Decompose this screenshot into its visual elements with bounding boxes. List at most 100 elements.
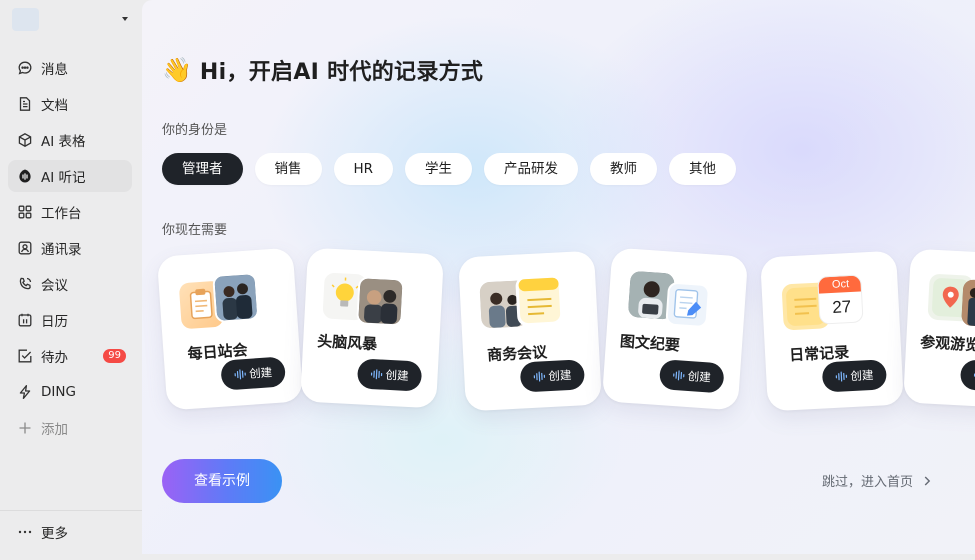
create-label: 创建 [850,367,874,384]
card-illustration [479,274,564,334]
chevron-right-icon [924,476,931,485]
sidebar-item-messages[interactable]: 消息 [8,52,132,84]
role-selector: 管理者 销售 HR 学生 产品研发 教师 其他 [162,153,748,185]
create-button[interactable]: 创建 [658,359,725,394]
calendar-icon [18,313,32,327]
more-label: 更多 [41,526,68,542]
onboarding-panel: 👋 Hi，开启AI 时代的记录方式 你的身份是 管理者 销售 HR 学生 产品研… [142,0,975,554]
template-card-business-meeting[interactable]: 商务会议 创建 [458,250,602,412]
role-pill-sales[interactable]: 销售 [254,153,322,185]
sidebar-item-contacts[interactable]: 通讯录 [8,232,132,264]
sidebar-item-label: 工作台 [41,206,82,222]
sidebar-item-label: AI 表格 [41,134,86,150]
sidebar-item-calendar[interactable]: 日历 [8,304,132,336]
sidebar-item-workbench[interactable]: 工作台 [8,196,132,228]
sidebar-item-label: 添加 [41,422,68,438]
card-illustration: Oct 27 [781,274,864,334]
template-card-brainstorm[interactable]: 头脑风暴 创建 [300,247,444,409]
sidebar-item-ai-table[interactable]: AI 表格 [8,124,132,156]
lightning-icon [19,384,31,400]
create-label: 创建 [687,369,712,385]
card-title: 参观游览 [919,333,975,355]
sound-wave-icon [370,369,383,380]
view-example-button[interactable]: 查看示例 [162,459,282,503]
sidebar-item-label: 消息 [41,62,68,78]
template-card-sightseeing[interactable]: 参观游览 创建 [903,248,975,410]
sidebar-item-label: 文档 [41,98,68,114]
sidebar-item-ai-notes[interactable]: AI 听记 [8,160,132,192]
sidebar-item-ding[interactable]: DING [8,376,132,408]
template-card-illustrated-minutes[interactable]: 图文纪要 创建 [601,247,749,411]
contact-icon [18,241,32,255]
grid-icon [18,205,32,219]
role-pill-teacher[interactable]: 教师 [590,153,658,185]
sidebar-item-add[interactable]: 添加 [8,412,132,444]
team-photo [212,272,260,323]
identity-label: 你的身份是 [162,123,228,138]
sidebar-item-label: DING [41,384,76,400]
sidebar-divider [0,510,142,511]
chat-bubble-icon [18,61,32,75]
create-button[interactable]: 创建 [821,359,888,393]
template-card-daily-standup[interactable]: 每日站会 创建 [156,247,304,411]
sound-wave-icon [533,371,546,382]
sidebar-nav: 消息 文档 AI 表格 AI 听记 工作台 通讯录 会议 日历 待办 99 DI… [8,52,132,448]
sidebar-item-meeting[interactable]: 会议 [8,268,132,300]
sound-wave-icon [234,369,246,380]
sound-leaf-icon [19,169,31,183]
create-button[interactable]: 创建 [220,356,287,391]
calendar-date-icon: Oct 27 [817,274,864,325]
role-pill-student[interactable]: 学生 [405,153,473,185]
create-button[interactable]: 创建 [356,358,423,392]
role-pill-product-rd[interactable]: 产品研发 [484,153,579,185]
sidebar-item-label: 通讯录 [41,242,82,258]
card-illustration [627,270,711,332]
sidebar-item-docs[interactable]: 文档 [8,88,132,120]
create-label: 创建 [548,367,572,384]
sidebar: 消息 文档 AI 表格 AI 听记 工作台 通讯录 会议 日历 待办 99 DI… [0,0,142,560]
sidebar-item-label: AI 听记 [41,170,86,186]
sound-wave-icon [835,371,848,382]
todo-count-badge: 99 [103,349,126,363]
waving-hand-icon: 👋 [162,56,192,84]
phone-icon [19,277,32,290]
card-illustration [322,268,405,328]
card-title: 图文纪要 [619,332,681,355]
skip-link-label: 跳过，进入首页 [821,475,913,490]
page-title: 👋 Hi，开启AI 时代的记录方式 [162,54,483,86]
workspace-switcher[interactable] [12,8,132,32]
workspace-logo [12,8,39,31]
caret-down-icon [122,17,128,21]
sound-wave-icon [673,370,685,381]
calendar-day: 27 [831,296,852,317]
sidebar-item-label: 会议 [41,278,68,294]
card-title: 头脑风暴 [316,332,378,354]
create-label: 创建 [248,365,273,381]
notes-icon [515,274,564,327]
headline-text: Hi，开启AI 时代的记录方式 [199,60,484,85]
checkbox-icon [18,349,32,363]
ellipsis-icon [18,530,32,534]
template-card-daily-notes[interactable]: Oct 27 日常记录 创建 [760,250,904,412]
travel-photo [961,279,975,328]
skip-to-home-link[interactable]: 跳过，进入首页 [822,471,933,490]
sidebar-item-todo[interactable]: 待办 99 [8,340,132,372]
need-label: 你现在需要 [162,223,228,238]
sidebar-item-label: 日历 [41,314,68,330]
create-label: 创建 [385,367,409,383]
calendar-month: Oct [818,275,863,294]
sidebar-item-label: 待办 [41,350,68,366]
card-illustration [178,272,262,333]
role-pill-other[interactable]: 其他 [669,153,737,185]
sidebar-more-button[interactable]: 更多 [8,516,132,548]
plus-icon [19,422,31,434]
edit-document-icon [665,281,711,329]
document-icon [19,97,31,111]
people-photo [356,276,405,327]
cube-icon [18,133,32,147]
create-button[interactable]: 创建 [519,359,586,393]
card-illustration [927,272,975,332]
create-button[interactable]: 创建 [959,359,975,393]
role-pill-hr[interactable]: HR [333,153,394,185]
role-pill-manager[interactable]: 管理者 [162,153,243,185]
